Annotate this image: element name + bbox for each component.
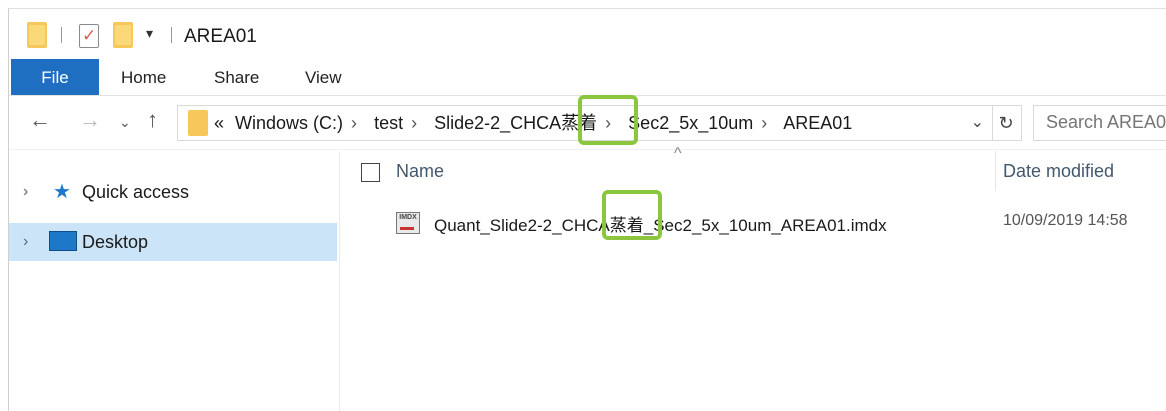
breadcrumb-item[interactable]: test xyxy=(374,113,403,133)
properties-icon[interactable]: ✓ xyxy=(79,24,99,48)
file-list: ^ Name Date modified IMDX Quant_Slide2-2… xyxy=(341,145,1166,411)
forward-button[interactable]: → xyxy=(79,107,101,133)
nav-item-desktop[interactable]: › Desktop xyxy=(9,223,337,261)
navigation-pane: › ★ Quick access › Desktop xyxy=(9,151,340,411)
search-box[interactable] xyxy=(1033,105,1166,141)
breadcrumb-separator[interactable]: › xyxy=(411,113,417,133)
column-divider[interactable] xyxy=(995,151,996,191)
desktop-icon xyxy=(49,231,77,251)
separator xyxy=(61,27,62,43)
breadcrumb-item[interactable]: Windows (C:) xyxy=(235,113,343,133)
file-icon-bar xyxy=(400,227,414,230)
tab-file[interactable]: File xyxy=(11,59,99,95)
checkmark-icon: ✓ xyxy=(82,26,97,45)
explorer-window: ✓ ▾ AREA01 File Home Share View ← → ⌄ ↑ … xyxy=(8,8,1166,411)
tab-home[interactable]: Home xyxy=(121,59,166,95)
folder-icon xyxy=(27,22,47,48)
select-all-checkbox[interactable] xyxy=(361,163,380,182)
address-row: ← → ⌄ ↑ « Windows (C:) › test › Slide2-2_C… xyxy=(9,97,1166,150)
breadcrumb-item[interactable]: AREA01 xyxy=(783,113,852,133)
imdx-file-icon: IMDX xyxy=(396,212,420,234)
address-bar[interactable]: « Windows (C:) › test › Slide2-2_CHCA蒸着 › S… xyxy=(177,105,993,141)
new-folder-icon[interactable] xyxy=(113,22,133,48)
title-bar: ✓ ▾ AREA01 xyxy=(9,9,1166,59)
breadcrumb-item[interactable]: Sec2_5x_10um xyxy=(628,113,753,133)
column-header-name[interactable]: Name xyxy=(396,161,444,182)
nav-item-quick-access[interactable]: › ★ Quick access xyxy=(9,173,337,211)
star-icon: ★ xyxy=(53,181,71,203)
nav-item-label: Desktop xyxy=(82,232,149,252)
recent-locations-button[interactable]: ⌄ xyxy=(119,114,131,131)
file-row[interactable]: IMDX Quant_Slide2-2_CHCA蒸着_Sec2_5x_10um_… xyxy=(341,203,1166,239)
tab-share[interactable]: Share xyxy=(214,59,259,95)
breadcrumb-separator[interactable]: › xyxy=(351,113,357,133)
breadcrumb-item[interactable]: Slide2-2_CHCA蒸着 xyxy=(434,113,597,133)
up-button[interactable]: ↑ xyxy=(147,107,158,133)
search-input[interactable] xyxy=(1034,106,1166,138)
customize-dropdown-icon[interactable]: ▾ xyxy=(146,25,153,42)
nav-item-label: Quick access xyxy=(82,182,190,202)
separator xyxy=(171,27,172,43)
expand-chevron-icon[interactable]: › xyxy=(23,173,28,211)
file-name[interactable]: Quant_Slide2-2_CHCA蒸着_Sec2_5x_10um_AREA0… xyxy=(434,211,887,236)
tab-view[interactable]: View xyxy=(305,59,342,95)
refresh-button[interactable]: ↻ xyxy=(991,105,1022,141)
window-title: AREA01 xyxy=(184,26,257,47)
expand-chevron-icon[interactable]: › xyxy=(23,223,28,261)
sort-ascending-icon: ^ xyxy=(674,145,682,162)
breadcrumb: « Windows (C:) › test › Slide2-2_CHCA蒸着 › S… xyxy=(214,106,858,140)
column-header-date-modified[interactable]: Date modified xyxy=(1003,161,1114,182)
file-date-modified: 10/09/2019 14:58 xyxy=(1003,212,1128,229)
file-icon-label: IMDX xyxy=(399,214,417,221)
address-dropdown-icon[interactable]: ⌄ xyxy=(971,112,984,132)
ribbon: File Home Share View xyxy=(9,59,1166,96)
breadcrumb-separator[interactable]: › xyxy=(761,113,767,133)
overflow-chevron[interactable]: « xyxy=(214,113,224,133)
folder-icon xyxy=(188,110,208,136)
back-button[interactable]: ← xyxy=(29,107,51,133)
breadcrumb-separator[interactable]: › xyxy=(605,113,611,133)
